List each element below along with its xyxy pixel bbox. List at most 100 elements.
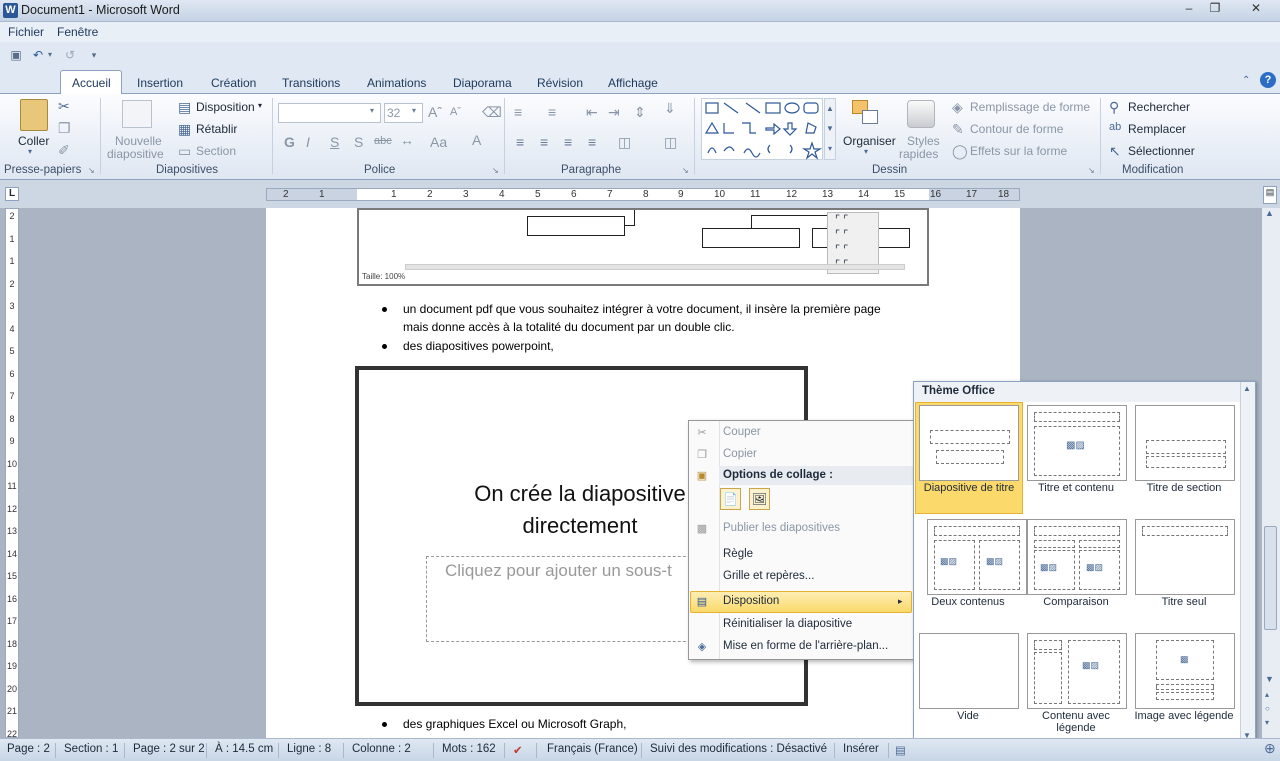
strikethrough-icon[interactable]: abc xyxy=(374,135,392,147)
font-color-icon[interactable]: A xyxy=(472,132,481,148)
shapes-icons[interactable] xyxy=(702,99,824,161)
shrink-font-icon[interactable]: Aˇ xyxy=(450,106,461,118)
arrange-icon[interactable] xyxy=(852,100,882,128)
dialog-launcher-icon[interactable]: ↘ xyxy=(88,166,95,175)
layout-content-caption[interactable]: ▩▨ xyxy=(1027,633,1127,709)
new-slide-icon[interactable] xyxy=(122,100,152,128)
paste-keep-format-icon[interactable]: 📄 xyxy=(720,488,741,510)
layout-blank[interactable] xyxy=(919,633,1019,709)
align-right-icon[interactable]: ≡ xyxy=(564,134,572,150)
horizontal-ruler[interactable]: 2 1 1 2 3 4 5 6 7 8 9 10 11 12 13 14 15 … xyxy=(266,188,1020,201)
font-name-combo[interactable] xyxy=(278,103,381,123)
layout-title-only[interactable] xyxy=(1135,519,1235,595)
scroll-thumb[interactable] xyxy=(1264,526,1277,630)
layout-section-title[interactable] xyxy=(1135,405,1235,481)
tab-revision[interactable]: Révision xyxy=(537,76,583,90)
tab-affichage[interactable]: Affichage xyxy=(608,76,658,90)
section-icon[interactable]: ▭ xyxy=(178,143,191,160)
section-button[interactable]: Section xyxy=(196,144,236,158)
layout-button[interactable]: Disposition xyxy=(196,100,255,114)
browse-object-icon[interactable]: ○ xyxy=(1265,704,1270,713)
justify-icon[interactable]: ≡ xyxy=(588,134,596,150)
char-spacing-icon[interactable]: ↔ xyxy=(400,132,414,148)
menu-copier[interactable]: Copier xyxy=(723,448,757,460)
layout-picture-caption[interactable]: ▩ xyxy=(1135,633,1235,709)
paste-button[interactable]: Coller xyxy=(18,134,49,148)
cut-icon[interactable]: ✂ xyxy=(58,98,70,115)
tab-animations[interactable]: Animations xyxy=(367,76,426,90)
status-langue[interactable]: Français (France) xyxy=(547,743,638,755)
shapes-gallery[interactable] xyxy=(701,98,823,160)
align-center-icon[interactable]: ≡ xyxy=(540,134,548,150)
status-inserer[interactable]: Insérer xyxy=(843,743,879,755)
bold-icon[interactable]: G xyxy=(284,134,295,150)
find-icon[interactable]: ⚲ xyxy=(1109,99,1119,116)
select-icon[interactable]: ↖ xyxy=(1109,143,1121,160)
minimize-icon[interactable]: – xyxy=(1178,0,1200,18)
dialog-launcher-icon[interactable]: ↘ xyxy=(492,166,499,175)
decrease-indent-icon[interactable]: ⇤ xyxy=(586,104,598,121)
undo-dropdown-icon[interactable]: ▾ xyxy=(45,47,55,63)
word-app-icon[interactable]: W xyxy=(3,3,18,18)
menu-couper[interactable]: Couper xyxy=(723,426,761,438)
align-text-icon[interactable]: ◫ xyxy=(664,134,677,151)
status-colonne[interactable]: Colonne : 2 xyxy=(352,743,411,755)
view-ruler-icon[interactable]: ▤ xyxy=(1263,186,1277,204)
quick-styles-label2[interactable]: rapides xyxy=(899,147,938,161)
tab-diaporama[interactable]: Diaporama xyxy=(453,76,512,90)
numbering-icon[interactable]: ≡ xyxy=(548,104,556,120)
collapse-ribbon-icon[interactable]: ⌃ xyxy=(1242,75,1250,86)
dialog-launcher-icon[interactable]: ↘ xyxy=(1088,166,1095,175)
scroll-down-icon[interactable]: ▼ xyxy=(1265,674,1274,684)
object-scrollbar[interactable] xyxy=(405,264,905,270)
menu-grille[interactable]: Grille et repères... xyxy=(723,570,814,582)
line-spacing-icon[interactable]: ⇕ xyxy=(634,104,646,121)
replace-icon[interactable]: ab xyxy=(1109,121,1121,133)
reset-icon[interactable]: ▦ xyxy=(178,121,191,138)
reset-button[interactable]: Rétablir xyxy=(196,122,237,136)
shape-fill-icon[interactable]: ◈ xyxy=(952,99,963,116)
status-page[interactable]: Page : 2 xyxy=(7,743,50,755)
close-icon[interactable]: ✕ xyxy=(1238,0,1274,18)
quick-styles-label1[interactable]: Styles xyxy=(907,134,940,148)
replace-button[interactable]: Remplacer xyxy=(1128,122,1186,136)
arrange-dropdown-icon[interactable]: ▾ xyxy=(864,147,868,156)
tab-selector-icon[interactable]: L xyxy=(5,187,19,201)
shape-effects-button[interactable]: Effets sur la forme xyxy=(970,144,1067,158)
gallery-scrollbar[interactable]: ▲ ▼ xyxy=(1240,382,1255,742)
layout-title-slide[interactable] xyxy=(919,405,1019,481)
zoom-in-icon[interactable]: ⊕ xyxy=(1264,740,1276,757)
redo-icon[interactable]: ↺ xyxy=(62,47,78,63)
restore-icon[interactable]: ❐ xyxy=(1204,0,1226,18)
clear-format-icon[interactable]: ⌫ xyxy=(482,104,502,121)
status-mots[interactable]: Mots : 162 xyxy=(442,743,496,755)
shape-fill-button[interactable]: Remplissage de forme xyxy=(970,100,1090,114)
vertical-scrollbar[interactable]: ▲ ▼ ▴ ○ ▾ xyxy=(1262,208,1280,738)
shapes-scroll-icon[interactable]: ▲ ▼ ▾ xyxy=(824,98,836,160)
customize-qat-icon[interactable]: ▾ xyxy=(86,47,102,63)
tab-transitions[interactable]: Transitions xyxy=(282,76,340,90)
vertical-ruler[interactable]: 2 1 1 2 3 4 5 6 7 8 9 10 11 12 13 14 15 16 17 18 19 20 21 22 xyxy=(5,208,19,739)
columns-icon[interactable]: ◫ xyxy=(618,134,631,151)
grow-font-icon[interactable]: Aˆ xyxy=(428,104,442,120)
menu-disposition[interactable]: Disposition xyxy=(723,595,779,607)
layout-two-content[interactable]: ▩▨ ▩▨ xyxy=(927,519,1027,595)
format-painter-icon[interactable]: ✐ xyxy=(58,142,70,159)
next-page-icon[interactable]: ▾ xyxy=(1265,718,1269,727)
menu-reinitialiser[interactable]: Réinitialiser la diapositive xyxy=(723,618,852,630)
paste-picture-icon[interactable]: 🖼 xyxy=(749,488,770,510)
scroll-up-icon[interactable]: ▲ xyxy=(1265,208,1274,218)
previous-page-icon[interactable]: ▴ xyxy=(1265,690,1269,699)
layout-dropdown-icon[interactable]: ▾ xyxy=(258,101,262,110)
help-icon[interactable]: ? xyxy=(1260,72,1276,88)
align-left-icon[interactable]: ≡ xyxy=(516,134,524,150)
status-suivi[interactable]: Suivi des modifications : Désactivé xyxy=(650,743,827,755)
quick-styles-icon[interactable] xyxy=(907,100,935,128)
menu-fichier[interactable]: Fichier xyxy=(8,25,44,39)
bullets-icon[interactable]: ≡ xyxy=(514,104,522,120)
proofing-icon[interactable]: ✔ xyxy=(513,743,523,757)
menu-fenetre[interactable]: Fenêtre xyxy=(57,25,98,39)
find-button[interactable]: Rechercher xyxy=(1128,100,1190,114)
shape-outline-icon[interactable]: ✎ xyxy=(952,121,964,138)
select-button[interactable]: Sélectionner xyxy=(1128,144,1195,158)
